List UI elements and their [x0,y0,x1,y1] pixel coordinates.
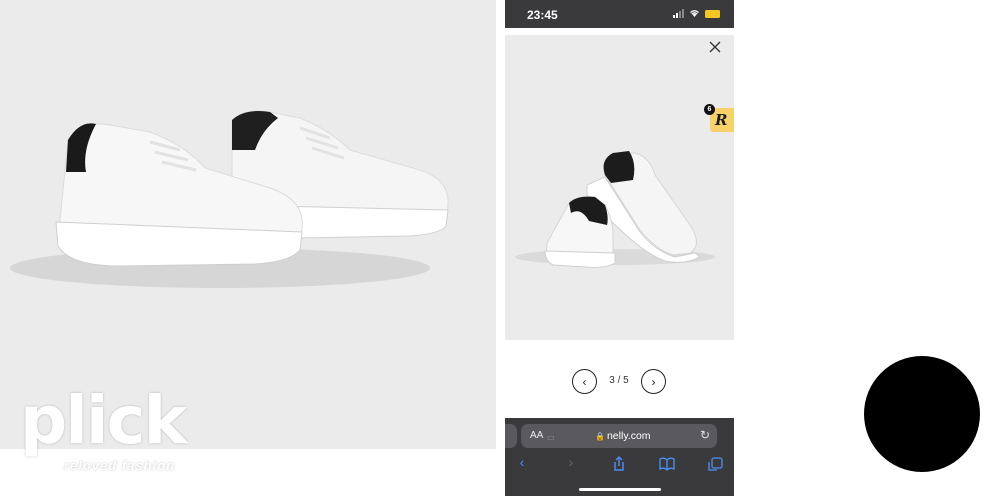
sneakers-thumbnail [515,151,715,268]
extension-icon[interactable]: ▭ [547,433,555,442]
address-bar[interactable]: AA ▭ 🔒 nelly.com ↻ [521,424,717,448]
plick-wordmark: plick [20,382,188,459]
black-circle [864,356,980,472]
signal-icon [673,9,684,18]
previous-tab-edge[interactable] [505,424,517,448]
reader-settings-button[interactable]: AA [530,430,543,441]
back-icon[interactable]: ‹ [512,454,532,474]
chevron-right-icon: › [651,374,656,389]
tabs-icon[interactable] [705,454,725,474]
image-pager: ‹ 3 / 5 › [505,369,734,397]
home-indicator [579,488,661,491]
share-icon[interactable] [609,454,629,474]
pager-indicator: 3 / 5 [609,375,629,386]
url-domain: nelly.com [606,430,651,442]
phone-screenshot: 23:45 6 R ‹ 3 / 5 › AA ▭ 🔒 nelly.com ↻ ‹… [505,0,734,496]
status-icons [673,9,720,18]
status-time: 23:45 [527,8,558,22]
next-image-button[interactable]: › [641,369,666,394]
wifi-icon [690,10,699,17]
product-image-carousel[interactable]: 6 R [505,35,734,340]
plick-logo: plick reloved fashion [20,388,200,488]
plick-tagline: reloved fashion [64,458,176,473]
url-text: 🔒 nelly.com [595,430,651,442]
bookmarks-icon[interactable] [657,454,677,474]
previous-image-button[interactable]: ‹ [572,369,597,394]
forward-icon[interactable]: › [561,454,581,474]
lock-icon: 🔒 [595,432,605,441]
status-bar: 23:45 [505,0,734,28]
browser-bar: AA ▭ 🔒 nelly.com ↻ ‹ › [505,418,734,496]
battery-icon [705,9,720,18]
chevron-left-icon: ‹ [582,374,587,389]
browser-toolbar: ‹ › [505,454,734,474]
reload-icon[interactable]: ↻ [700,428,710,442]
